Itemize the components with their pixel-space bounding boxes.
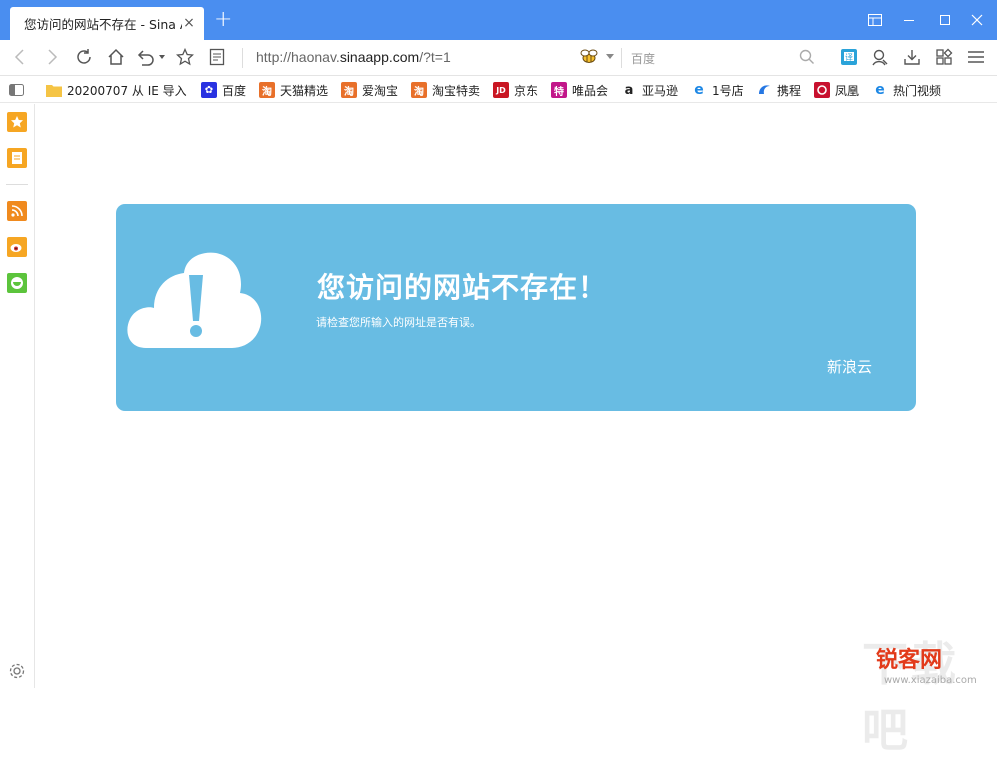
sidebar-divider <box>6 184 28 185</box>
navigation-toolbar: http://haonav.sinaapp.com/?t=1 百度 译 <box>0 40 997 76</box>
tab-list-icon[interactable] <box>863 8 887 32</box>
amazon-icon: a <box>621 82 637 98</box>
address-separator <box>242 48 243 68</box>
error-title: 您访问的网站不存在！ <box>317 271 608 304</box>
cloud-warning-icon <box>124 251 264 354</box>
settings-gear-icon[interactable] <box>8 662 26 680</box>
bookmark-label: 携程 <box>777 83 802 98</box>
bookmark-label: 淘宝特卖 <box>432 83 481 98</box>
search-engine-dropdown-icon[interactable] <box>603 46 617 68</box>
bookmark-baidu[interactable]: ✿ 百度 <box>201 81 246 99</box>
chat-face-icon[interactable] <box>7 273 27 293</box>
rss-icon[interactable] <box>7 201 27 221</box>
search-separator <box>621 48 622 68</box>
site-watermark: 下载吧 锐客网 www.xiazaiba.com <box>862 632 994 757</box>
ctrip-icon <box>756 82 772 98</box>
undo-close-tab-icon[interactable] <box>135 46 167 68</box>
address-bar[interactable]: http://haonav.sinaapp.com/?t=1 <box>256 49 451 65</box>
taobao-icon: 淘 <box>259 82 275 98</box>
bookmark-vip[interactable]: 特 唯品会 <box>551 81 608 99</box>
download-icon[interactable] <box>901 46 923 68</box>
minimize-icon[interactable] <box>897 8 921 32</box>
notes-icon[interactable] <box>7 148 27 168</box>
user-account-icon[interactable] <box>869 46 891 68</box>
favorites-star-icon[interactable] <box>7 112 27 132</box>
sidebar-toggle-icon[interactable] <box>9 81 24 99</box>
browser-tab[interactable]: 您访问的网站不存在 - Sina App Engine × <box>10 7 204 40</box>
favorite-star-icon[interactable] <box>174 46 196 68</box>
bookmark-label: 热门视频 <box>893 83 942 98</box>
bookmarks-bar: 20200707 从 IE 导入 ✿ 百度 淘 天猫精选 淘 爱淘宝 淘 淘宝特… <box>0 77 997 103</box>
bookmark-ctrip[interactable]: 携程 <box>756 81 801 99</box>
error-subtitle: 请检查您所输入的网址是否有误。 <box>316 316 481 329</box>
bookmark-ifeng[interactable]: 凤凰 <box>814 81 859 99</box>
new-tab-button[interactable]: + <box>214 9 232 31</box>
bookmark-hot-video[interactable]: e 热门视频 <box>872 81 941 99</box>
bookmark-taobao-sale[interactable]: 淘 淘宝特卖 <box>411 81 480 99</box>
extensions-icon[interactable] <box>933 46 955 68</box>
bookmark-label: 唯品会 <box>572 83 609 98</box>
bookmark-label: 爱淘宝 <box>362 83 399 98</box>
url-prefix: http://haonav. <box>256 49 340 65</box>
bookmark-tmall[interactable]: 淘 天猫精选 <box>259 81 328 99</box>
error-panel: 您访问的网站不存在！ 请检查您所输入的网址是否有误。 新浪云 <box>116 204 916 411</box>
bookmark-label: 京东 <box>514 83 539 98</box>
brand-label: 新浪云 <box>827 358 873 376</box>
taobao-icon: 淘 <box>341 82 357 98</box>
bookmark-label: 天猫精选 <box>280 83 329 98</box>
watermark-url: www.xiazaiba.com <box>884 675 977 686</box>
search-input[interactable]: 百度 <box>631 50 655 67</box>
svg-text:译: 译 <box>845 53 853 62</box>
bookmark-label: 1号店 <box>712 83 744 98</box>
bookmark-amazon[interactable]: a 亚马逊 <box>621 81 678 99</box>
bookmark-yhd[interactable]: e 1号店 <box>691 81 744 99</box>
translate-icon[interactable]: 译 <box>838 46 860 68</box>
folder-icon <box>46 85 62 97</box>
menu-icon[interactable] <box>965 46 987 68</box>
bookmark-folder-ie-import[interactable]: 20200707 从 IE 导入 <box>46 81 187 99</box>
bookmark-label: 亚马逊 <box>642 83 679 98</box>
tab-title: 您访问的网站不存在 - Sina App Engine <box>24 17 182 32</box>
bookmark-ai-taobao[interactable]: 淘 爱淘宝 <box>341 81 398 99</box>
bookmark-jd[interactable]: JD 京东 <box>493 81 538 99</box>
left-sidebar <box>0 104 35 688</box>
back-icon[interactable] <box>9 46 31 68</box>
baidu-icon: ✿ <box>201 82 217 98</box>
url-host: sinaapp.com <box>339 49 420 65</box>
ifeng-icon <box>814 82 830 98</box>
url-suffix: /?t=1 <box>419 49 451 65</box>
bee-ad-block-icon[interactable] <box>578 46 600 68</box>
tab-close-icon[interactable]: × <box>182 15 196 31</box>
watermark-logo: 锐客网 <box>876 648 943 673</box>
bookmark-label: 凤凰 <box>835 83 860 98</box>
title-bar: 您访问的网站不存在 - Sina App Engine × + <box>0 0 997 40</box>
bookmark-label: 20200707 从 IE 导入 <box>67 83 187 98</box>
jd-icon: JD <box>493 82 509 98</box>
ie-icon: e <box>872 82 888 98</box>
taobao-icon: 淘 <box>411 82 427 98</box>
ie-icon: e <box>691 82 707 98</box>
bookmark-label: 百度 <box>222 83 247 98</box>
search-icon[interactable] <box>796 46 818 68</box>
close-window-icon[interactable] <box>965 8 989 32</box>
vip-icon: 特 <box>551 82 567 98</box>
forward-icon[interactable] <box>41 46 63 68</box>
reload-icon[interactable] <box>73 46 95 68</box>
reader-mode-icon[interactable] <box>206 46 228 68</box>
maximize-icon[interactable] <box>933 8 957 32</box>
home-icon[interactable] <box>105 46 127 68</box>
weibo-icon[interactable] <box>7 237 27 257</box>
